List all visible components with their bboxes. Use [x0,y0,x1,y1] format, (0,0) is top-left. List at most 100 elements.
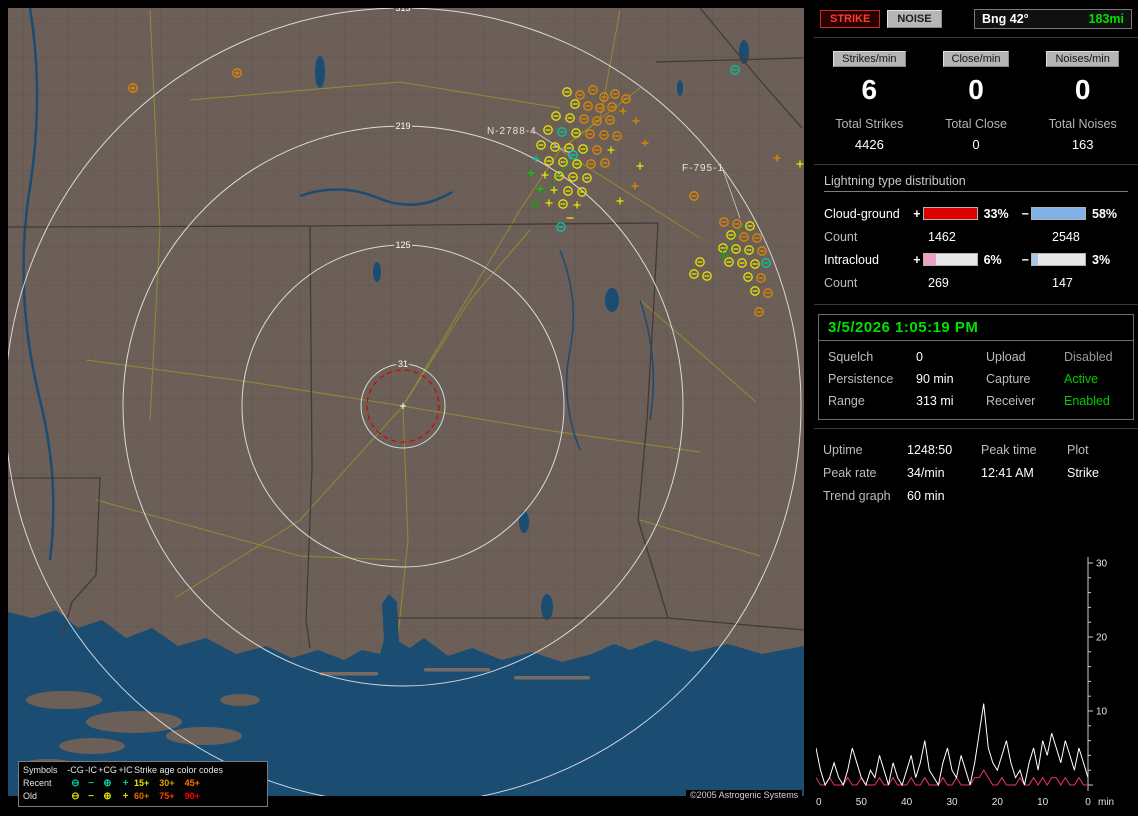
plus-sign: + [913,206,921,221]
bearing-label: Bng 42° [982,12,1029,26]
receiver-value: Enabled [1064,394,1110,408]
total-close-label: Total Close [945,117,1007,131]
legend-col-cg-neg: -CG [67,765,84,775]
status-panel: 3/5/2026 1:05:19 PM Squelch 0 Upload Dis… [818,314,1134,420]
svg-text:F-795-1: F-795-1 [682,163,724,174]
ic-minus-count: 147 [1052,275,1073,290]
plot-value: Strike [1067,466,1099,480]
noises-stat-column: Noises/min 0 Total Noises 163 [1029,51,1136,152]
plus-sign: + [913,252,921,267]
peak-rate-label: Peak rate [823,466,877,480]
trend-window-value: 60 min [907,489,945,503]
total-noises-label: Total Noises [1048,117,1117,131]
ic-minus-pct: 3% [1092,252,1111,267]
lightning-map: 31321912531 N-2788-4F-795-1 [0,0,812,812]
recent-age-codes: 15+ 30+ 45+ [134,778,200,788]
total-close-value: 0 [972,137,980,152]
map-area: 313 219 125 31 N-2788-4 F-795-1 Symbols -CG … [0,0,812,812]
bearing-display: Bng 42° 183mi [974,9,1132,29]
intracloud-label: Intracloud [824,252,879,267]
persistence-label: Persistence [828,372,894,386]
peak-time-label: Peak time [981,443,1037,457]
svg-text:20: 20 [992,797,1004,808]
svg-text:219: 219 [395,121,410,131]
svg-text:0: 0 [1085,797,1091,808]
old-age-codes: 60+ 75+ 90+ [134,791,200,801]
lightning-distribution-panel: Lightning type distribution Cloud-ground… [814,165,1138,305]
total-strikes-label: Total Strikes [835,117,904,131]
strike-mode-button[interactable]: STRIKE [820,10,881,28]
strikes-per-min-chip: Strikes/min [833,51,906,67]
svg-text:50: 50 [856,797,868,808]
ic-pos-recent-icon: + [122,778,129,789]
svg-text:10: 10 [1037,797,1049,808]
peak-rate-value: 34/min [907,466,945,480]
svg-text:125: 125 [395,240,410,250]
strikes-per-min-value: 6 [861,74,878,105]
capture-label: Capture [986,372,1031,386]
total-strikes-value: 4426 [854,137,884,152]
minus-sign: − [1021,252,1029,267]
range-value: 313 mi [916,394,954,408]
ic-pos-old-icon: + [122,791,129,802]
upload-label: Upload [986,350,1026,364]
total-noises-value: 163 [1071,137,1094,152]
svg-text:10: 10 [1096,707,1108,718]
range-label: Range [828,394,865,408]
ic-minus-bar [1030,253,1086,266]
legend-old-label: Old [23,791,38,801]
plot-label: Plot [1067,443,1089,457]
bearing-distance: 183mi [1088,12,1124,26]
close-per-min-chip: Close/min [942,51,1010,67]
noises-per-min-chip: Noises/min [1046,51,1119,67]
peak-time-value: 12:41 AM [981,466,1034,480]
legend-col-ic-neg: -IC [85,765,97,775]
cloud-ground-count-row: Count 1462 2548 [824,225,1128,248]
cg-plus-bar [922,207,978,220]
trend-graph-canvas: 10 20 30 60 50 40 30 20 10 0 min [810,547,1128,813]
svg-text:min: min [1098,797,1114,808]
cg-minus-bar [1030,207,1086,220]
close-per-min-value: 0 [968,74,984,105]
cg-minus-count: 2548 [1052,229,1080,244]
cg-pos-recent-icon: ⊕ [103,778,112,789]
cg-plus-pct: 33% [983,206,1009,221]
minus-sign: − [1021,206,1029,221]
legend-recent-label: Recent [23,778,52,788]
svg-text:20: 20 [1096,633,1108,644]
close-stat-column: Close/min 0 Total Close 0 [923,51,1030,152]
cg-pos-old-icon: ⊕ [103,791,112,802]
svg-text:31: 31 [398,359,408,369]
legend-col-ic-pos: +IC [118,765,133,775]
ic-plus-count: 269 [928,275,949,290]
legend-col-cg-pos: +CG [98,765,117,775]
legend-age-title: Strike age color codes [134,765,224,775]
svg-text:30: 30 [946,797,958,808]
rate-stats: Strikes/min 6 Total Strikes 4426 Close/m… [814,38,1138,165]
squelch-label: Squelch [828,350,874,364]
cloud-ground-row: Cloud-ground + 33% − 58% [824,202,1128,225]
display-mode-bar: STRIKE NOISE Bng 42° 183mi [814,0,1138,38]
persistence-value: 90 min [916,372,954,386]
ic-plus-pct: 6% [983,252,1002,267]
svg-text:N-2788-4: N-2788-4 [487,126,537,137]
noise-mode-button[interactable]: NOISE [887,10,942,28]
cg-minus-pct: 58% [1092,206,1118,221]
squelch-value: 0 [916,350,923,364]
svg-text:30: 30 [1096,559,1108,570]
uptime-label: Uptime [823,443,863,457]
intracloud-count-row: Count 269 147 [824,271,1128,294]
datetime-display: 3/5/2026 1:05:19 PM [819,315,1133,341]
copyright-text: ©2005 Astrogenic Systems [686,790,803,800]
trend-graph: 10 20 30 60 50 40 30 20 10 0 min [810,547,1138,816]
control-sidebar: STRIKE NOISE Bng 42° 183mi Strikes/min 6… [810,0,1138,813]
capture-value: Active [1064,372,1099,386]
distribution-title: Lightning type distribution [824,174,1128,192]
intracloud-row: Intracloud + 6% − 3% [824,248,1128,271]
ic-count-label: Count [824,275,858,290]
svg-text:60: 60 [816,797,822,808]
ic-plus-bar [922,253,978,266]
session-panel: Uptime 1248:50 Peak time Plot Peak rate … [814,428,1138,505]
upload-value: Disabled [1064,350,1113,364]
cg-count-label: Count [824,229,858,244]
